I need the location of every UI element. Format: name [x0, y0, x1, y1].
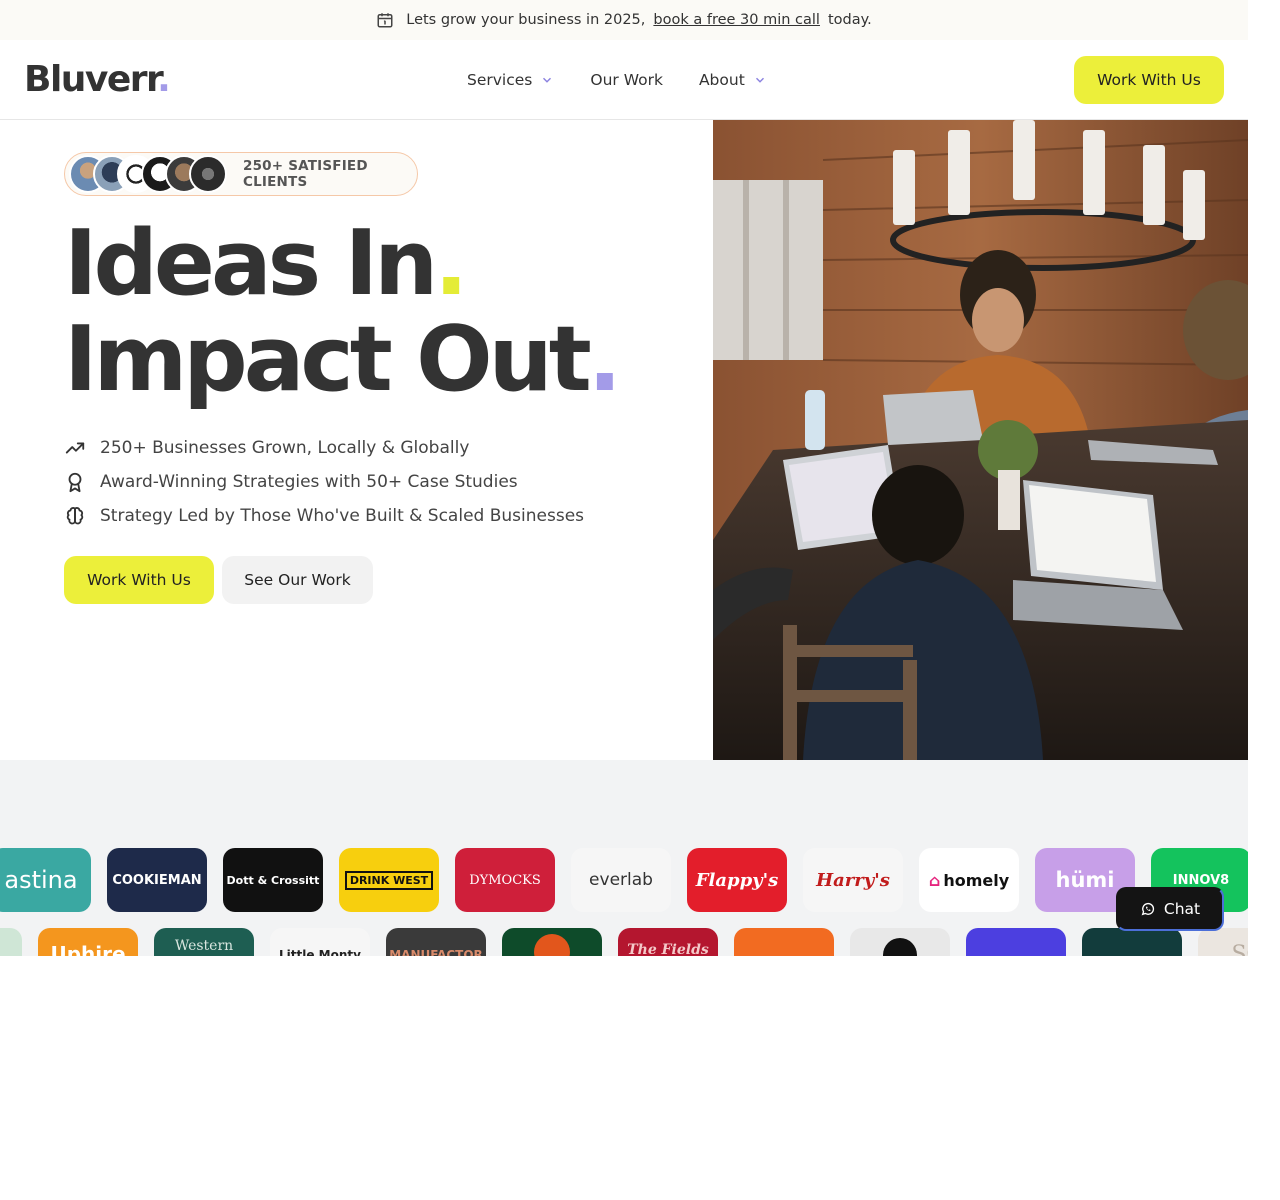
see-our-work-button[interactable]: See Our Work — [222, 556, 373, 604]
client-logo-tile: Uphire — [38, 928, 138, 956]
avatar — [189, 155, 227, 193]
feature-text: Strategy Led by Those Who've Built & Sca… — [100, 505, 585, 526]
feature-item: 250+ Businesses Grown, Locally & Globall… — [64, 436, 584, 459]
client-logo-tile: astina — [0, 848, 91, 912]
client-logo-tile: everlab — [571, 848, 671, 912]
headline-line-2: Impact Out — [64, 307, 592, 412]
client-logo-text: SO — [1231, 942, 1248, 956]
bluverr-logo[interactable]: Bluverr. — [24, 59, 171, 100]
client-logo-tile: COOKIEMAN — [107, 848, 207, 912]
chat-label: Chat — [1163, 900, 1201, 918]
client-logo-tile: SO — [1198, 928, 1248, 956]
client-logo-text: MANUFACTOR — [389, 948, 483, 956]
client-logo-text: DRINK WEST — [344, 870, 434, 890]
clients-badge-text: 250+ SATISFIED CLIENTS — [243, 158, 368, 190]
headline-dot-yellow: . — [434, 211, 468, 316]
chat-button[interactable]: Chat — [1116, 887, 1224, 931]
client-logo-text: The Fields — [627, 942, 709, 956]
client-logo-mark — [534, 934, 570, 956]
nav-our-work-label: Our Work — [590, 71, 663, 89]
feature-item: Award-Winning Strategies with 50+ Case S… — [64, 470, 584, 493]
chevron-down-icon — [755, 77, 764, 83]
client-logo-text: everlab — [589, 870, 653, 890]
whatsapp-icon — [1141, 902, 1154, 916]
hero-section: 250+ SATISFIED CLIENTS Ideas In. Impact … — [0, 120, 1248, 760]
logo-dot: . — [157, 59, 171, 100]
announcement-suffix: today. — [827, 12, 872, 28]
client-logo-text: homely — [943, 870, 1010, 890]
hero-buttons: Work With Us See Our Work — [64, 556, 373, 604]
client-logo-tile — [1082, 928, 1182, 956]
header-work-with-us-button[interactable]: Work With Us — [1074, 56, 1224, 104]
client-logo-tile — [734, 928, 834, 956]
announcement-bar: Lets grow your business in 2025, book a … — [0, 0, 1248, 40]
client-logo-tile: MANUFACTOR — [386, 928, 486, 956]
client-logo-tile: Little Monty — [270, 928, 370, 956]
client-logo-text: Western — [174, 938, 234, 954]
client-logo-tile: ⌂ homely — [919, 848, 1019, 912]
client-logo-tile — [502, 928, 602, 956]
hero-work-with-us-button[interactable]: Work With Us — [64, 556, 214, 604]
logo-row-1: astina COOKIEMAN Dott & Crossitt DRINK W… — [0, 848, 1248, 912]
nav-about[interactable]: About — [699, 71, 767, 89]
client-logo-text: Little Monty — [279, 948, 361, 956]
client-logo-tile — [0, 928, 22, 956]
book-call-link[interactable]: book a free 30 min call — [653, 12, 820, 28]
hero-photo — [713, 120, 1248, 760]
headline-line-1: Ideas In — [64, 211, 438, 316]
client-logo-text: COOKIEMAN — [112, 872, 202, 888]
award-icon — [68, 472, 82, 492]
client-logo-tile: DYMOCKS — [455, 848, 555, 912]
client-logo-tile: Western — [154, 928, 254, 956]
nav-services-label: Services — [467, 71, 533, 89]
logo-row-2: Uphire Western Little Monty MANUFACTOR T… — [0, 928, 1248, 956]
nav-services[interactable]: Services — [467, 71, 554, 89]
client-logo-text: astina — [4, 866, 78, 894]
calendar-icon — [377, 13, 393, 28]
site-header: Bluverr. Services Our Work About Work Wi… — [0, 40, 1248, 120]
brain-icon — [66, 506, 84, 524]
nav-about-label: About — [698, 71, 745, 89]
client-logo-text: Flappy's — [695, 869, 779, 891]
client-logo-tile: Dott & Crossitt — [223, 848, 323, 912]
feature-text: 250+ Businesses Grown, Locally & Globall… — [100, 437, 470, 458]
client-logo-text: Harry's — [816, 869, 890, 891]
trending-up-icon — [65, 442, 85, 453]
logo-text: Bluverr — [24, 59, 159, 100]
main-nav: Services Our Work About — [467, 40, 767, 120]
client-logo-text: Uphire — [50, 942, 126, 956]
headline-dot-purple: . — [587, 307, 622, 412]
client-logo-tile: The Fields — [618, 928, 718, 956]
client-logo-text: Dott & Crossitt — [226, 873, 320, 887]
client-logo-text: DYMOCKS — [469, 872, 541, 888]
page: Lets grow your business in 2025, book a … — [0, 0, 1248, 956]
nav-our-work[interactable]: Our Work — [590, 71, 663, 89]
house-icon: ⌂ — [928, 870, 941, 890]
client-logo-tile: Flappy's — [687, 848, 787, 912]
client-logo-mark — [883, 938, 917, 956]
client-logo-tile: Harry's — [803, 848, 903, 912]
client-logo-text: hümi — [1055, 868, 1115, 892]
announcement-prefix: Lets grow your business in 2025, — [406, 12, 646, 28]
hero-headline: Ideas In. Impact Out. — [64, 216, 622, 408]
client-logo-tile — [850, 928, 950, 956]
client-logo-text: INNOV8 — [1172, 872, 1230, 888]
team-working-photo — [713, 120, 1248, 760]
feature-item: Strategy Led by Those Who've Built & Sca… — [64, 504, 584, 527]
client-logo-tile — [966, 928, 1066, 956]
client-logo-tile: DRINK WEST — [339, 848, 439, 912]
chevron-down-icon — [543, 77, 552, 83]
satisfied-clients-badge: 250+ SATISFIED CLIENTS — [64, 152, 418, 196]
client-avatars — [69, 155, 227, 193]
client-logos-section: astina COOKIEMAN Dott & Crossitt DRINK W… — [0, 760, 1248, 956]
hero-features: 250+ Businesses Grown, Locally & Globall… — [64, 436, 584, 527]
feature-text: Award-Winning Strategies with 50+ Case S… — [100, 471, 518, 492]
